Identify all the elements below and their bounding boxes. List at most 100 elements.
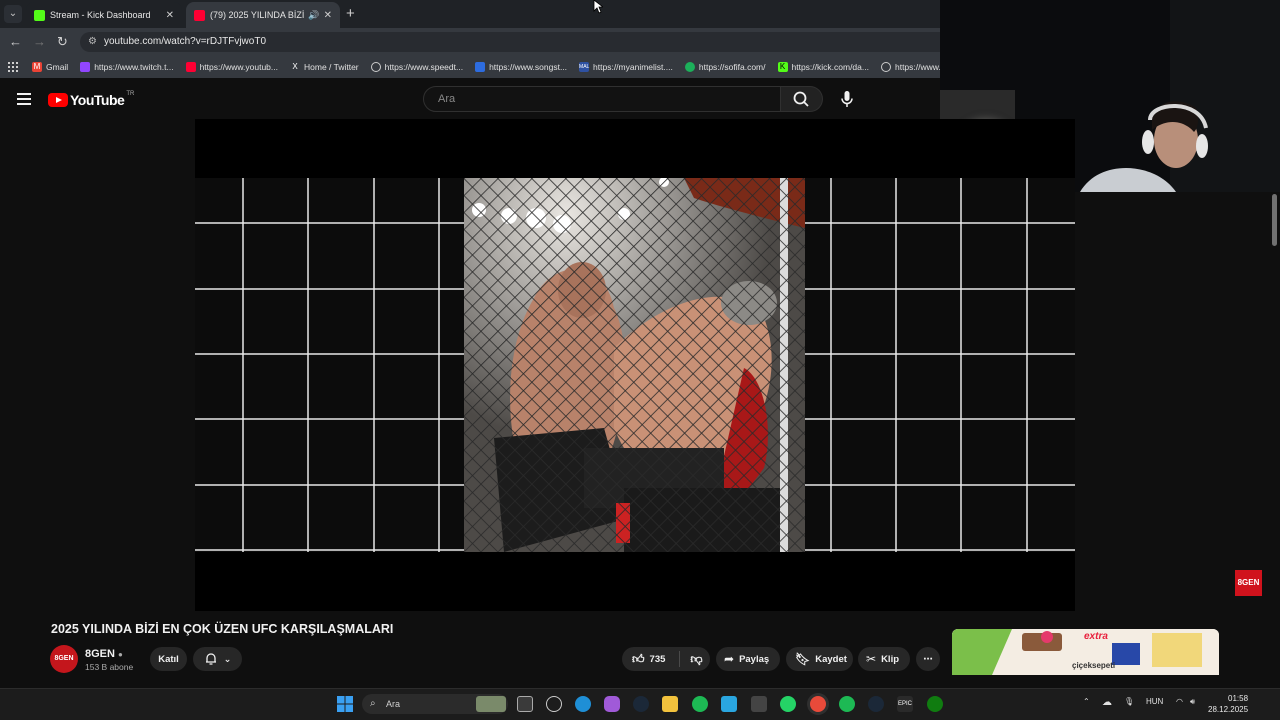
page-scrollbar[interactable] — [1268, 192, 1280, 688]
taskbar-clock[interactable]: 01:58 28.12.2025 — [1208, 693, 1248, 715]
steam-icon[interactable] — [868, 696, 884, 712]
tray-chevron-up-icon[interactable]: ⌃ — [1083, 697, 1090, 706]
app-icon[interactable] — [721, 696, 737, 712]
x-icon: X — [292, 62, 298, 71]
sidebar-ad-banner[interactable]: extra çiçeksepeti — [952, 629, 1219, 675]
songsterr-icon — [475, 62, 486, 72]
microphone-tray-icon[interactable]: 🎙︎ — [1124, 697, 1134, 706]
bookmark-twitter[interactable]: X Home / Twitter — [290, 62, 359, 72]
spotify-icon[interactable] — [692, 696, 708, 712]
video-title: 2025 YILINDA BİZİ EN ÇOK ÜZEN UFC KARŞIL… — [51, 622, 394, 636]
microphone-icon[interactable] — [837, 89, 857, 109]
close-icon[interactable]: ✕ — [324, 10, 332, 21]
close-icon[interactable]: ✕ — [166, 10, 174, 21]
share-button[interactable]: ➦ Paylaş — [716, 647, 780, 671]
more-actions-button[interactable]: ⋯ — [916, 647, 940, 671]
bookmark-label: https://www.songst... — [489, 62, 568, 72]
verified-icon: ● — [118, 650, 123, 659]
bookmark-label: https://sofifa.com/ — [698, 62, 766, 72]
steam-icon[interactable] — [633, 696, 649, 712]
bookmark-twitch[interactable]: https://www.twitch.t... — [80, 62, 174, 72]
xbox-icon[interactable] — [927, 696, 943, 712]
bookmark-kick[interactable]: Khttps://kick.com/da... — [777, 62, 869, 72]
like-button[interactable]: 👍︎ 735 👎︎ — [622, 647, 710, 671]
country-code: TR — [126, 91, 135, 97]
spotify-icon[interactable] — [839, 696, 855, 712]
youtube-logo[interactable]: YouTube TR — [48, 91, 135, 108]
whatsapp-icon[interactable] — [780, 696, 796, 712]
url-text: youtube.com/watch?v=rDJTFvjwoT0 — [104, 36, 267, 47]
bookmark-label: Home / Twitter — [304, 62, 359, 72]
save-button[interactable]: 🔖︎ Kaydet — [786, 647, 853, 671]
channel-name-row[interactable]: 8GEN ● — [85, 648, 123, 660]
bookmark-label: https://kick.com/da... — [791, 62, 869, 72]
bookmark-globe[interactable]: https://www.ma — [880, 62, 940, 72]
channel-name[interactable]: 8GEN — [85, 648, 115, 660]
channel-watermark[interactable]: 8GEN — [1235, 570, 1262, 596]
scrollbar-thumb[interactable] — [1272, 194, 1277, 246]
taskbar-search-placeholder: Ara — [386, 699, 401, 709]
menu-hamburger-icon[interactable] — [17, 93, 31, 105]
file-explorer-icon[interactable] — [662, 696, 678, 712]
sofifa-icon — [684, 62, 695, 72]
ad-brand-ciceksepeti: çiçeksepeti — [1072, 661, 1116, 670]
bookmark-myanimelist[interactable]: MAL https://myanimelist.... — [579, 62, 673, 72]
channel-avatar[interactable]: 8GEN — [50, 645, 78, 673]
reload-icon[interactable]: ↻ — [57, 34, 68, 50]
language-indicator[interactable]: HUN — [1146, 697, 1163, 706]
wifi-icon[interactable]: ◠ — [1176, 697, 1183, 706]
bookmarks-bar: M Gmail https://www.twitch.t... https://w… — [0, 56, 940, 78]
like-divider — [679, 651, 681, 667]
share-arrow-icon: ➦ — [724, 652, 735, 666]
search-input[interactable]: Ara — [423, 86, 781, 112]
address-bar[interactable]: ⚙ youtube.com/watch?v=rDJTFvjwoT0 — [80, 32, 940, 52]
store-icon[interactable] — [751, 696, 767, 712]
forward-arrow-icon[interactable]: → — [33, 34, 46, 49]
bookmark-songsterr[interactable]: https://www.songst... — [475, 62, 567, 72]
search-icon — [793, 91, 809, 107]
chrome-icon[interactable] — [810, 696, 826, 712]
clip-button[interactable]: ✂ Klip — [858, 647, 910, 671]
join-button[interactable]: Katıl — [150, 647, 187, 671]
thumbs-down-icon[interactable]: 👎︎ — [690, 652, 702, 667]
bookmark-youtube[interactable]: https://www.youtub... — [185, 62, 278, 72]
widgets-icon[interactable] — [476, 696, 506, 712]
mouse-cursor-icon — [593, 0, 603, 14]
back-arrow-icon[interactable]: ← — [9, 34, 22, 49]
tab-kick-dashboard[interactable]: Stream - Kick Dashboard ✕ — [26, 2, 182, 28]
clock-date: 28.12.2025 — [1208, 705, 1249, 714]
tab-search-chevron-icon[interactable]: ⌄ — [4, 5, 22, 23]
save-label: Kaydet — [815, 653, 847, 665]
youtube-icon — [185, 62, 196, 72]
search-button[interactable] — [781, 86, 823, 112]
settings-gear-icon[interactable] — [546, 696, 562, 712]
join-label: Katıl — [158, 653, 179, 665]
edge-icon[interactable] — [575, 696, 591, 712]
twitch-icon — [80, 62, 91, 72]
epic-games-icon[interactable]: EPIC — [897, 696, 913, 712]
volume-icon[interactable]: 🔊︎ — [1190, 697, 1195, 707]
gmail-icon: M — [32, 62, 42, 72]
kick-icon: K — [777, 62, 788, 72]
speedtest-icon — [370, 62, 381, 72]
new-tab-button[interactable]: + — [346, 5, 355, 22]
bookmark-sofifa[interactable]: https://sofifa.com/ — [684, 62, 766, 72]
copilot-icon[interactable] — [604, 696, 620, 712]
apps-grid-icon[interactable] — [8, 62, 18, 72]
windows-start-icon[interactable] — [337, 696, 353, 712]
fight-scene — [464, 178, 805, 552]
notifications-button[interactable]: ⌄ — [193, 647, 242, 671]
site-info-icon[interactable]: ⚙ — [88, 32, 97, 52]
bookmark-gmail[interactable]: M Gmail — [32, 62, 68, 72]
task-view-icon[interactable] — [517, 696, 533, 712]
tab-youtube-video[interactable]: (79) 2025 YILINDA BİZİ EN Ç 🔊 ✕ — [186, 2, 340, 28]
youtube-icon — [194, 9, 205, 21]
speaker-icon[interactable]: 🔊 — [308, 10, 319, 21]
bookmark-speedtest[interactable]: https://www.speedt... — [370, 62, 463, 72]
video-content — [464, 178, 805, 552]
bookmark-label: Gmail — [46, 62, 69, 72]
tab-title: (79) 2025 YILINDA BİZİ EN Ç — [210, 10, 305, 20]
cloud-icon[interactable]: ☁ — [1102, 697, 1112, 708]
thumbs-up-icon: 👍︎ — [632, 651, 645, 666]
bookmark-label: https://www.twitch.t... — [94, 62, 174, 72]
